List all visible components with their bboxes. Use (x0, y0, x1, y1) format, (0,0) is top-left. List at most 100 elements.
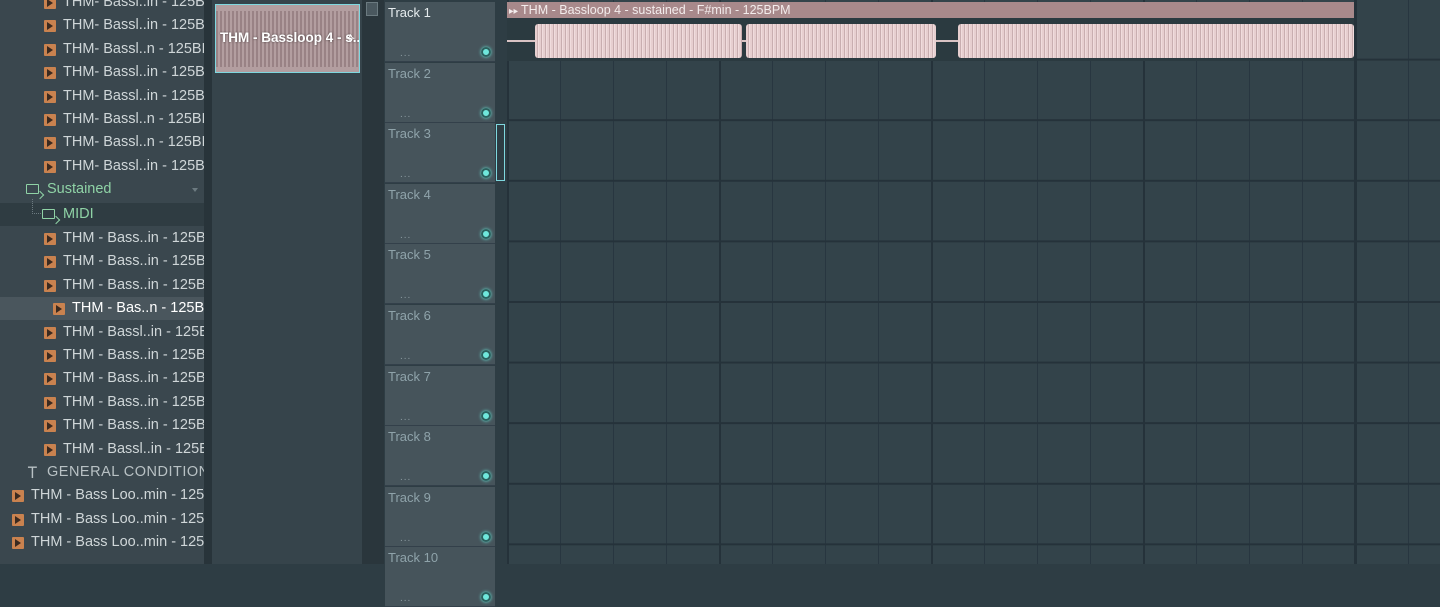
open-folder-icon (42, 208, 55, 219)
track-options-dots[interactable]: ... (400, 109, 411, 120)
browser-file-item[interactable]: THM - Bass..in - 125BPM (0, 274, 204, 297)
clip-picker-panel: THM - Bassloop 4 - s.. ⟡ (212, 0, 362, 564)
track-enable-led-icon[interactable] (481, 289, 491, 300)
folder-label: MIDI (63, 205, 94, 222)
track-header[interactable]: Track 9... (385, 486, 495, 547)
audio-file-icon (44, 20, 56, 33)
browser-file-item[interactable]: THM- Bassl..n - 125BPM (0, 38, 204, 61)
audio-file-icon (44, 0, 56, 9)
waveform-silence (936, 40, 958, 42)
track-name[interactable]: Track 10 (388, 550, 438, 565)
browser-file-item[interactable]: THM - Bass Loo..min - 125bpm (0, 508, 204, 531)
browser-file-item[interactable]: THM- Bassl..n - 125BPM (0, 108, 204, 131)
browser-file-item[interactable]: THM- Bassl..in - 125BPM (0, 14, 204, 37)
open-folder-icon (26, 184, 39, 195)
clip-menu-icon[interactable]: ▸▸ (509, 6, 518, 17)
track-header[interactable]: Track 7... (385, 365, 495, 426)
browser-file-item[interactable]: THM - Bass Loo..min - 125bpm (0, 531, 204, 554)
text-section-icon: T (28, 463, 38, 482)
track-name[interactable]: Track 4 (388, 187, 431, 202)
track-enable-led-icon[interactable] (481, 531, 491, 542)
browser-file-item[interactable]: THM- Bassl..in - 125BPM (0, 155, 204, 178)
audio-file-icon (44, 443, 56, 456)
scroll-thumb[interactable] (366, 2, 378, 16)
track-header[interactable]: Track 8... (385, 426, 495, 487)
track-name[interactable]: Track 5 (388, 247, 431, 262)
track-enable-led-icon[interactable] (481, 592, 491, 603)
browser-file-label: THM- Bassl..in - 125BPM (63, 64, 204, 81)
clip-title: THM - Bassloop 4 - sustained - F#min - 1… (521, 3, 791, 17)
track-options-dots[interactable]: ... (400, 169, 411, 180)
browser-section-general-conditions[interactable]: T GENERAL CONDITIONS (0, 461, 204, 484)
track-header[interactable]: Track 6... (385, 305, 495, 365)
browser-folder-sustained[interactable]: Sustained (0, 178, 204, 201)
audio-file-icon (12, 513, 24, 526)
browser-file-item[interactable]: THM - Bass..in - 125BPM (0, 250, 204, 273)
track-name[interactable]: Track 3 (388, 126, 431, 141)
track-header[interactable]: Track 3... (385, 123, 495, 184)
browser-file-label: THM - Bass..in - 125BPM (63, 393, 204, 410)
browser-file-item[interactable]: THM - Bass..in - 125BPM (0, 414, 204, 437)
track-options-dots[interactable]: ... (400, 472, 411, 483)
browser-file-item[interactable]: THM - Bas..n - 125BPM (0, 297, 204, 321)
browser-file-item[interactable]: THM - Bass..in - 125BPM (0, 367, 204, 390)
audio-file-icon (44, 396, 56, 409)
track-name[interactable]: Track 1 (388, 5, 431, 20)
track-options-dots[interactable]: ... (400, 533, 411, 544)
collapse-caret-icon[interactable] (192, 188, 198, 193)
browser-file-item[interactable]: THM - Bass..in - 125BPM (0, 391, 204, 414)
audio-file-icon (44, 279, 56, 292)
track-enable-led-icon[interactable] (481, 107, 491, 118)
clip-title-bar[interactable]: ▸▸ THM - Bassloop 4 - sustained - F#min -… (507, 2, 1354, 18)
picker-clip[interactable]: THM - Bassloop 4 - s.. ⟡ (215, 4, 360, 73)
browser-file-item[interactable]: THM- Bassl..in - 125BPM (0, 61, 204, 84)
folder-label: Sustained (47, 181, 112, 198)
audio-file-icon (44, 233, 56, 245)
track-enable-led-icon[interactable] (481, 471, 491, 482)
track-enable-led-icon[interactable] (481, 47, 491, 57)
track-header[interactable]: Track 10... (385, 547, 495, 607)
picker-scrollbar[interactable] (362, 0, 384, 564)
browser-file-item[interactable]: THM- Bassl..n - 125BPM (0, 131, 204, 154)
track-enable-led-icon[interactable] (481, 350, 491, 360)
track-enable-led-icon[interactable] (481, 228, 491, 239)
track-name[interactable]: Track 7 (388, 369, 431, 384)
browser-file-item[interactable]: THM - Bass Loo..min - 125bpm (0, 484, 204, 507)
browser-file-label: THM - Bassl..in - 125BPM (63, 440, 204, 457)
track-options-dots[interactable]: ... (400, 230, 411, 241)
track-options-dots[interactable]: ... (400, 593, 411, 604)
track-name[interactable]: Track 8 (388, 429, 431, 444)
browser-splitter[interactable] (204, 0, 212, 564)
track-name[interactable]: Track 2 (388, 66, 431, 81)
browser-file-label: THM - Bass..in - 125BPM (63, 347, 204, 363)
waveform-silence (507, 40, 535, 42)
audio-file-icon (44, 373, 56, 386)
track-header[interactable]: Track 5... (385, 244, 495, 305)
track-enable-led-icon[interactable] (481, 410, 491, 421)
section-label: GENERAL CONDITIONS (47, 464, 204, 480)
track-header[interactable]: Track 4... (385, 183, 495, 244)
browser-file-item[interactable]: THM - Bass..in - 125BPM (0, 344, 204, 367)
track-header[interactable]: Track 1... (385, 2, 495, 62)
track-name[interactable]: Track 6 (388, 308, 431, 323)
browser-file-item[interactable]: THM- Bassl..in - 125BPM (0, 0, 204, 14)
audio-file-icon (12, 490, 24, 503)
track-options-dots[interactable]: ... (400, 351, 411, 362)
browser-file-item[interactable]: THM - Bassl..in - 125BPM (0, 438, 204, 461)
track-enable-led-icon[interactable] (481, 168, 491, 179)
playlist-audio-clip[interactable]: ▸▸ THM - Bassloop 4 - sustained - F#min -… (507, 2, 1354, 61)
track-options-dots[interactable]: ... (400, 290, 411, 301)
browser-file-item[interactable]: THM- Bassl..in - 125BPM (0, 85, 204, 108)
browser-file-label: THM - Bass..in - 125BPM (63, 417, 204, 434)
track-name[interactable]: Track 9 (388, 490, 431, 505)
playlist-grid[interactable] (507, 0, 1440, 564)
track-header[interactable]: Track 2... (385, 62, 495, 123)
audio-file-icon (53, 303, 65, 316)
track-options-dots[interactable]: ... (400, 48, 411, 59)
browser-file-label: THM - Bass Loo..min - 125bpm (31, 510, 204, 527)
browser-file-label: THM - Bassl..in - 125BPM (63, 323, 204, 340)
track-options-dots[interactable]: ... (400, 412, 411, 423)
browser-file-item[interactable]: THM - Bass..in - 125BPM (0, 227, 204, 250)
browser-file-item[interactable]: THM - Bassl..in - 125BPM (0, 321, 204, 344)
browser-folder-midi[interactable]: MIDI (0, 198, 204, 226)
